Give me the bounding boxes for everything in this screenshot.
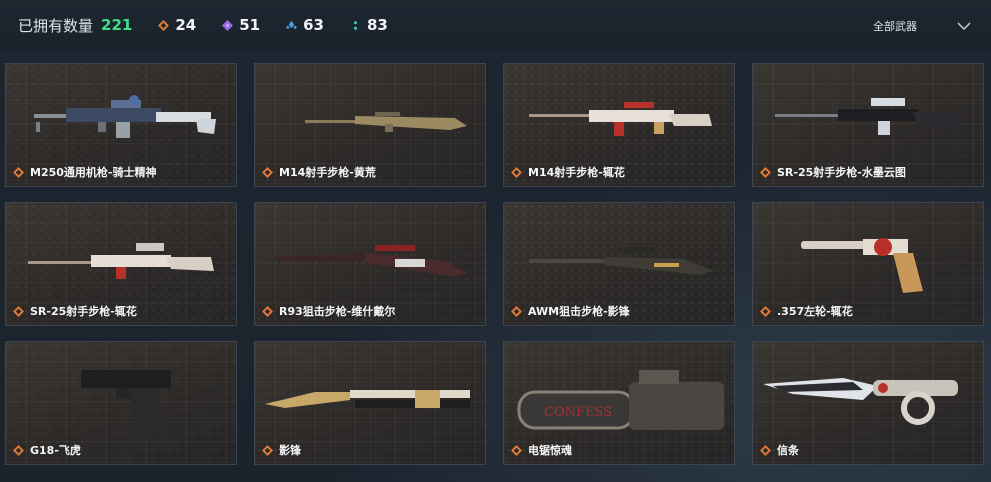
stat-teal-value: 83	[366, 16, 388, 34]
owned-label: 已拥有数量	[18, 16, 94, 35]
weapon-card[interactable]: R93狙击步枪-维什戴尔	[254, 202, 486, 326]
rifle-icon	[305, 112, 467, 132]
filter-label: 全部武器	[873, 20, 917, 33]
sniper-rifle-icon	[529, 247, 714, 275]
weapon-name: .357左轮-辄花	[777, 305, 853, 318]
stat-blue: 63	[286, 16, 324, 34]
stat-teal: 83	[350, 16, 388, 34]
chainsaw-icon: CONFESS	[517, 370, 724, 430]
teal-dots-icon	[353, 20, 357, 30]
svg-text:CONFESS: CONFESS	[544, 405, 612, 420]
weapon-card[interactable]: M250通用机枪-骑士精神	[5, 63, 237, 187]
orange-diamond-icon	[13, 305, 24, 317]
weapon-label: M14射手步枪-黄荒	[262, 164, 376, 180]
stat-purple: 51	[222, 16, 260, 34]
weapon-name: AWM狙击步枪-影锋	[528, 305, 630, 318]
orange-diamond-icon	[13, 444, 24, 456]
weapon-name: SR-25射手步枪-辄花	[30, 305, 137, 318]
weapon-card[interactable]: 信条	[752, 341, 984, 465]
orange-diamond-icon	[158, 19, 170, 31]
sniper-rifle-icon	[275, 245, 467, 277]
chevron-down-icon	[957, 22, 971, 31]
weapon-label: 电锯惊魂	[511, 442, 572, 458]
weapon-card[interactable]: AWM狙击步枪-影锋	[503, 202, 735, 326]
butterfly-knife-icon	[265, 390, 470, 408]
rifle-icon	[775, 98, 961, 135]
weapon-label: G18-飞虎	[13, 442, 81, 458]
weapon-name: G18-飞虎	[30, 444, 81, 457]
weapon-name: M14射手步枪-黄荒	[279, 166, 376, 179]
weapon-label: R93狙击步枪-维什戴尔	[262, 303, 395, 319]
weapon-name: 电锯惊魂	[528, 444, 572, 457]
weapon-label: SR-25射手步枪-水墨云图	[760, 164, 906, 180]
weapon-name: M14射手步枪-辄花	[528, 166, 625, 179]
weapon-name: SR-25射手步枪-水墨云图	[777, 166, 906, 179]
collection-header: 已拥有数量 221 24 51 63 83 全部武器	[0, 0, 991, 50]
weapon-label: 信条	[760, 442, 799, 458]
orange-diamond-icon	[262, 305, 273, 317]
weapon-label: .357左轮-辄花	[760, 303, 853, 319]
weapon-card[interactable]: M14射手步枪-黄荒	[254, 63, 486, 187]
weapon-card[interactable]: G18-飞虎	[5, 341, 237, 465]
orange-diamond-icon	[262, 166, 273, 178]
stat-purple-value: 51	[239, 16, 261, 34]
orange-diamond-icon	[511, 166, 522, 178]
machine-gun-icon	[34, 95, 216, 138]
weapon-grid: M250通用机枪-骑士精神 M14射手步枪-黄荒 M14射手步枪-辄花 SR-2…	[5, 63, 984, 465]
weapon-label: M250通用机枪-骑士精神	[13, 164, 156, 180]
weapon-label: SR-25射手步枪-辄花	[13, 303, 137, 319]
orange-diamond-icon	[760, 166, 771, 178]
weapon-name: 信条	[777, 444, 799, 457]
weapon-name: R93狙击步枪-维什戴尔	[279, 305, 396, 318]
knife-icon	[763, 378, 958, 425]
weapon-filter-dropdown[interactable]: 全部武器	[873, 14, 971, 38]
weapon-label: AWM狙击步枪-影锋	[511, 303, 630, 319]
orange-diamond-icon	[262, 444, 273, 456]
orange-diamond-icon	[13, 166, 24, 178]
stat-orange-value: 24	[175, 16, 197, 34]
weapon-card[interactable]: SR-25射手步枪-水墨云图	[752, 63, 984, 187]
orange-diamond-icon	[511, 305, 522, 317]
rifle-icon	[529, 102, 712, 136]
orange-diamond-icon	[760, 444, 771, 456]
rifle-icon	[28, 243, 214, 279]
blue-diamond-icon	[286, 20, 298, 29]
orange-diamond-icon	[760, 305, 771, 317]
weapon-card[interactable]: CONFESS 电锯惊魂	[503, 341, 735, 465]
weapon-card[interactable]: SR-25射手步枪-辄花	[5, 202, 237, 326]
weapon-card[interactable]: .357左轮-辄花	[752, 202, 984, 326]
weapon-name: 影锋	[279, 444, 301, 457]
stat-blue-value: 63	[303, 16, 324, 34]
weapon-name: M250通用机枪-骑士精神	[30, 166, 157, 179]
weapon-label: 影锋	[262, 442, 301, 458]
weapon-card[interactable]: 影锋	[254, 341, 486, 465]
orange-diamond-icon	[511, 444, 522, 456]
stat-orange: 24	[158, 16, 196, 34]
revolver-icon	[801, 238, 923, 293]
weapon-card[interactable]: M14射手步枪-辄花	[503, 63, 735, 187]
weapon-label: M14射手步枪-辄花	[511, 164, 625, 180]
pistol-icon	[81, 370, 171, 434]
purple-diamond-icon	[222, 19, 234, 31]
owned-count: 221	[101, 16, 133, 34]
